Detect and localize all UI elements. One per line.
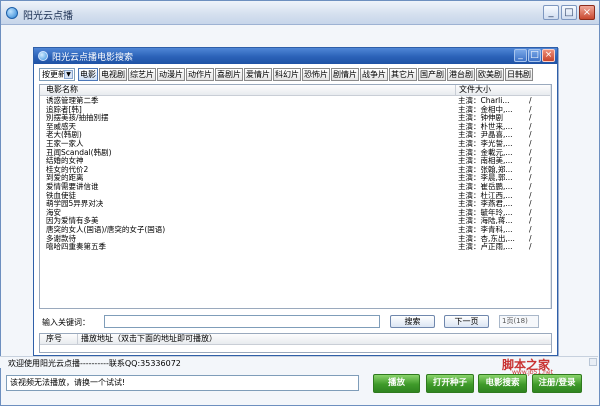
- movie-list-header: 电影名称 文件大小: [40, 85, 551, 96]
- movie-name-cell: 嘻哈四重奏第五季: [46, 242, 106, 252]
- app-cloud-icon: [6, 7, 18, 19]
- dialog-maximize-button[interactable]: □: [528, 49, 541, 62]
- list-divider: [550, 85, 551, 308]
- window-title: 阳光云点播: [23, 11, 73, 22]
- notice-field[interactable]: 该视频无法播放，请换一个试试!: [6, 375, 359, 391]
- maximize-button[interactable]: □: [561, 5, 577, 20]
- dialog-title: 阳光云点播电影搜索: [52, 53, 134, 63]
- category-hktw-tv[interactable]: 港台剧: [447, 68, 475, 81]
- dialog-minimize-button[interactable]: _: [514, 49, 527, 62]
- movie-search-button[interactable]: 电影搜索: [478, 374, 527, 393]
- dialog-titlebar[interactable]: 阳光云点播电影搜索 _ □ ×: [34, 48, 557, 64]
- minimize-button[interactable]: _: [543, 5, 559, 20]
- table-row[interactable]: 嘻哈四重奏第五季 主演：卢正雨,... /: [40, 242, 551, 252]
- category-variety[interactable]: 综艺片: [128, 68, 156, 81]
- column-header-number[interactable]: 序号: [46, 334, 62, 344]
- register-login-button[interactable]: 注册/登录: [532, 374, 582, 393]
- search-label: 输入关键词：: [42, 318, 90, 327]
- category-scifi[interactable]: 科幻片: [273, 68, 301, 81]
- page-indicator: 1页(18): [499, 315, 539, 328]
- category-movie[interactable]: 电影: [78, 68, 98, 81]
- category-action[interactable]: 动作片: [186, 68, 214, 81]
- category-war[interactable]: 战争片: [360, 68, 388, 81]
- column-header-size[interactable]: 文件大小: [455, 85, 491, 95]
- main-titlebar[interactable]: 阳光云点播 _ □ ×: [1, 1, 599, 25]
- category-horror[interactable]: 恐怖片: [302, 68, 330, 81]
- dialog-cloud-icon: [38, 51, 48, 61]
- movie-rows: 诱惑管理第二季 主演：Charli... / 追踪者[韩] 主演：金相中,... / 別摆美…: [40, 96, 551, 252]
- window-controls: _ □ ×: [543, 5, 595, 20]
- search-input[interactable]: [104, 315, 380, 328]
- category-tv[interactable]: 电视剧: [99, 68, 127, 81]
- sort-select-value: 按更新: [42, 70, 66, 79]
- category-anime[interactable]: 动漫片: [157, 68, 185, 81]
- category-romance[interactable]: 爱情片: [244, 68, 272, 81]
- category-domestic-tv[interactable]: 国产剧: [418, 68, 446, 81]
- category-western-tv[interactable]: 欧美剧: [476, 68, 504, 81]
- watermark-url: www.jb51.net: [512, 369, 553, 376]
- category-bar: 按更新 ▼ 电影 电视剧 综艺片 动漫片 动作片 喜剧片 爱情片 科幻片 恐怖片…: [39, 68, 534, 81]
- movie-list[interactable]: 电影名称 文件大小 诱惑管理第二季 主演：Charli... / 追踪者[韩] 主演：金…: [39, 84, 552, 309]
- size-cell: /: [529, 242, 532, 252]
- category-drama[interactable]: 剧情片: [331, 68, 359, 81]
- resize-grip-icon[interactable]: [589, 358, 597, 366]
- sort-select[interactable]: 按更新 ▼: [39, 68, 75, 81]
- bottom-toolbar: 该视频无法播放，请换一个试试! 播放 打开种子 电影搜索 注册/登录: [0, 370, 598, 400]
- search-row: 输入关键词： 搜索 下一页 1页(18): [39, 314, 552, 330]
- search-button[interactable]: 搜索: [390, 315, 435, 328]
- next-page-button[interactable]: 下一页: [444, 315, 489, 328]
- column-header-name[interactable]: 电影名称: [46, 85, 78, 95]
- category-other[interactable]: 其它片: [389, 68, 417, 81]
- play-button[interactable]: 播放: [373, 374, 420, 393]
- status-text: 欢迎使用阳光云点播----------联系QQ:35336072: [8, 359, 181, 368]
- column-header-url[interactable]: 播放地址（双击下面的地址即可播放）: [77, 334, 217, 344]
- chevron-down-icon[interactable]: ▼: [64, 70, 73, 79]
- movie-search-dialog: 阳光云点播电影搜索 _ □ × 按更新 ▼ 电影 电视剧 综艺片 动漫片 动作片…: [33, 47, 558, 356]
- category-comedy[interactable]: 喜剧片: [215, 68, 243, 81]
- dialog-controls: _ □ ×: [514, 49, 555, 62]
- close-button[interactable]: ×: [579, 5, 595, 20]
- play-link-list[interactable]: 序号 播放地址（双击下面的地址即可播放）: [39, 333, 552, 353]
- dialog-close-button[interactable]: ×: [542, 49, 555, 62]
- actor-cell: 主演：卢正雨,...: [458, 242, 513, 252]
- open-seed-button[interactable]: 打开种子: [426, 374, 474, 393]
- category-jpkr-tv[interactable]: 日韩剧: [505, 68, 533, 81]
- play-link-header: 序号 播放地址（双击下面的地址即可播放）: [40, 334, 551, 345]
